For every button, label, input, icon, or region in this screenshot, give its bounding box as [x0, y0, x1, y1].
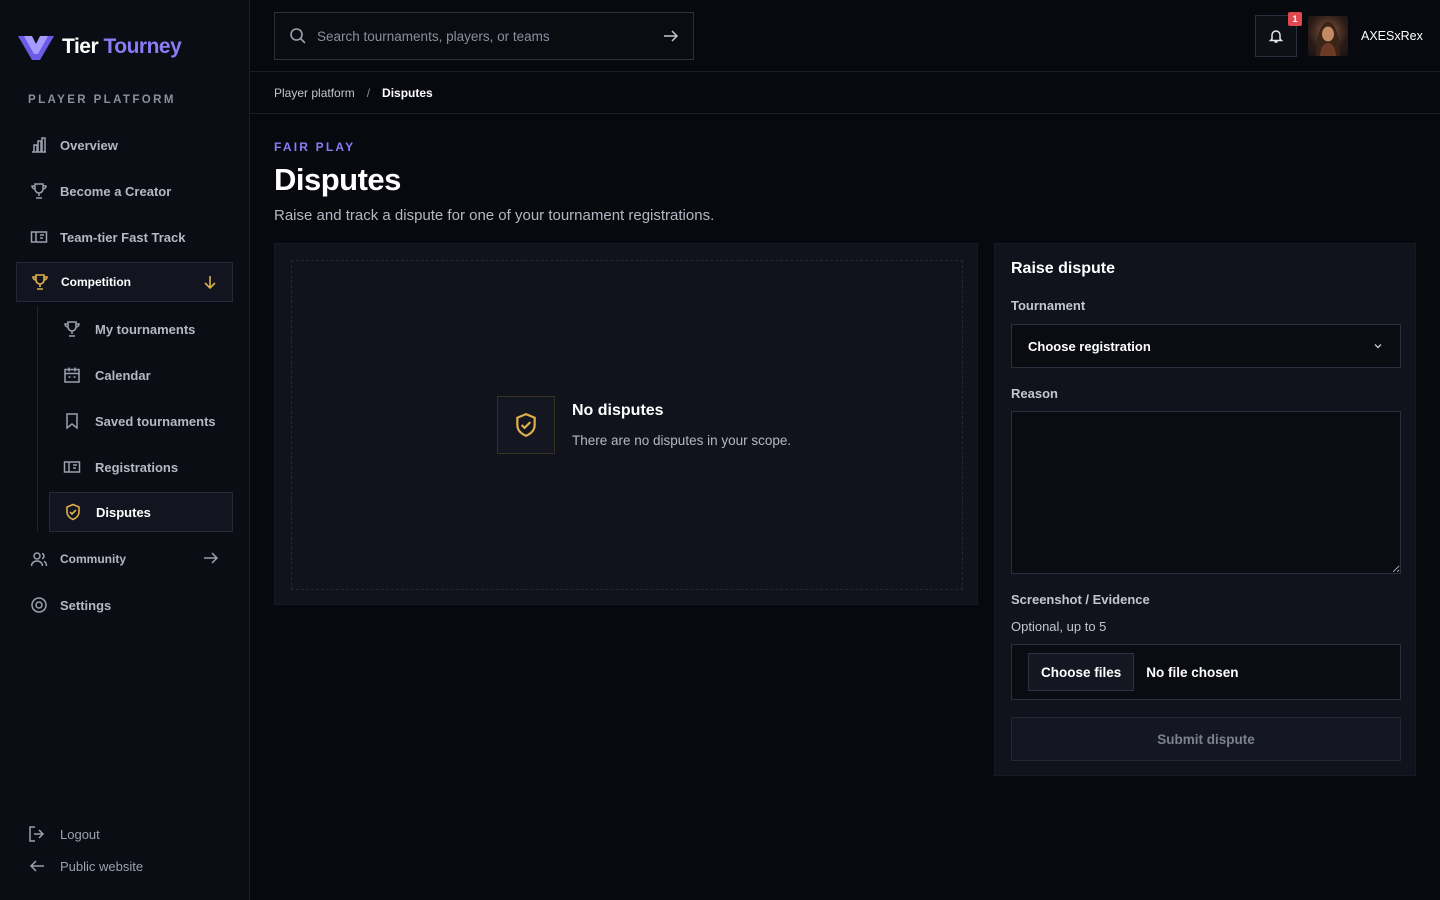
sidebar: Tier Tourney PLAYER PLATFORM Overview Be… [0, 0, 250, 900]
shield-check-icon [497, 396, 555, 454]
logo-icon [18, 36, 54, 60]
breadcrumb-separator: / [366, 85, 371, 100]
brand-name: Tier Tourney [62, 35, 182, 58]
avatar[interactable] [1308, 16, 1348, 56]
disputes-list-panel: No disputes There are no disputes in you… [274, 243, 978, 605]
topbar: 1 AXESxRex [250, 0, 1440, 72]
search-input[interactable] [317, 28, 653, 44]
public-website-link[interactable]: Public website [28, 857, 143, 875]
bar-chart-icon [30, 136, 48, 154]
arrow-down-icon [202, 274, 218, 290]
reason-textarea[interactable] [1011, 411, 1401, 574]
sidebar-item-overview[interactable]: Overview [16, 125, 233, 165]
choose-files-button[interactable]: Choose files [1028, 653, 1135, 691]
logout-label: Logout [60, 826, 100, 842]
file-upload: Choose files No file chosen [1011, 644, 1401, 700]
empty-state: No disputes There are no disputes in you… [291, 260, 963, 590]
reason-label: Reason [1011, 386, 1058, 401]
public-website-label: Public website [60, 858, 144, 874]
submenu-rail [37, 306, 38, 532]
submit-dispute-button[interactable]: Submit dispute [1011, 717, 1401, 761]
sidebar-item-label: Community [60, 552, 126, 566]
sidebar-item-calendar[interactable]: Calendar [49, 355, 233, 395]
logout-link[interactable]: Logout [28, 825, 100, 843]
sidebar-item-label: Settings [60, 597, 112, 613]
sidebar-item-label: Competition [61, 275, 131, 289]
sidebar-item-my-tournaments[interactable]: My tournaments [49, 309, 233, 349]
empty-state-text: There are no disputes in your scope. [572, 433, 792, 448]
section-label: PLAYER PLATFORM [28, 94, 176, 106]
logout-icon [28, 825, 46, 843]
calendar-icon [63, 366, 81, 384]
trophy-icon [63, 320, 81, 338]
file-status: No file chosen [1146, 664, 1239, 680]
sidebar-item-competition[interactable]: Competition [16, 262, 233, 302]
search-bar [274, 12, 694, 60]
sidebar-item-community[interactable]: Community [16, 539, 233, 579]
sidebar-item-label: Overview [60, 137, 118, 153]
notifications-button[interactable]: 1 [1255, 12, 1302, 57]
trophy-icon [31, 273, 49, 291]
evidence-hint: Optional, up to 5 [1011, 619, 1107, 634]
ticket-icon [30, 228, 48, 246]
page-subtitle: Raise and track a dispute for one of you… [274, 207, 715, 224]
empty-state-title: No disputes [572, 402, 664, 419]
sidebar-item-fast-track[interactable]: Team-tier Fast Track [16, 217, 233, 257]
sidebar-item-registrations[interactable]: Registrations [49, 447, 233, 487]
breadcrumb-parent[interactable]: Player platform [274, 86, 355, 100]
sidebar-item-saved-tournaments[interactable]: Saved tournaments [49, 401, 233, 441]
username[interactable]: AXESxRex [1361, 29, 1423, 43]
page-eyebrow: FAIR PLAY [274, 140, 356, 154]
evidence-label: Screenshot / Evidence [1011, 592, 1150, 607]
sidebar-item-label: Team-tier Fast Track [60, 229, 186, 245]
bell-icon [1268, 28, 1284, 44]
brand-logo[interactable]: Tier Tourney [16, 30, 182, 64]
shield-check-icon [64, 503, 82, 521]
notification-badge: 1 [1288, 12, 1302, 26]
ticket-icon [63, 458, 81, 476]
form-title: Raise dispute [1011, 260, 1116, 277]
page-title: Disputes [274, 162, 401, 197]
sidebar-item-become-creator[interactable]: Become a Creator [16, 171, 233, 211]
sidebar-item-label: Calendar [95, 367, 151, 383]
avatar-image [1316, 22, 1340, 56]
sidebar-item-label: My tournaments [95, 321, 196, 337]
chevron-down-icon [1372, 340, 1384, 352]
sidebar-item-label: Disputes [96, 504, 151, 520]
bookmark-icon [63, 412, 81, 430]
search-submit-arrow-icon[interactable] [663, 28, 679, 44]
sidebar-item-disputes[interactable]: Disputes [49, 492, 233, 532]
sidebar-item-label: Saved tournaments [95, 413, 216, 429]
sidebar-item-settings[interactable]: Settings [16, 585, 233, 625]
users-icon [30, 550, 48, 568]
sidebar-item-label: Become a Creator [60, 183, 172, 199]
arrow-right-icon [203, 550, 219, 566]
sidebar-item-label: Registrations [95, 459, 179, 475]
tournament-select[interactable]: Choose registration [1011, 324, 1401, 368]
gear-icon [30, 596, 48, 614]
breadcrumb: Player platform / Disputes [250, 72, 1440, 114]
search-icon [289, 27, 307, 45]
breadcrumb-current: Disputes [382, 85, 433, 100]
arrow-left-icon [28, 857, 46, 875]
trophy-icon [30, 182, 48, 200]
tournament-select-value: Choose registration [1028, 338, 1151, 354]
tournament-label: Tournament [1011, 298, 1086, 313]
raise-dispute-form: Raise dispute Tournament Choose registra… [994, 243, 1416, 776]
